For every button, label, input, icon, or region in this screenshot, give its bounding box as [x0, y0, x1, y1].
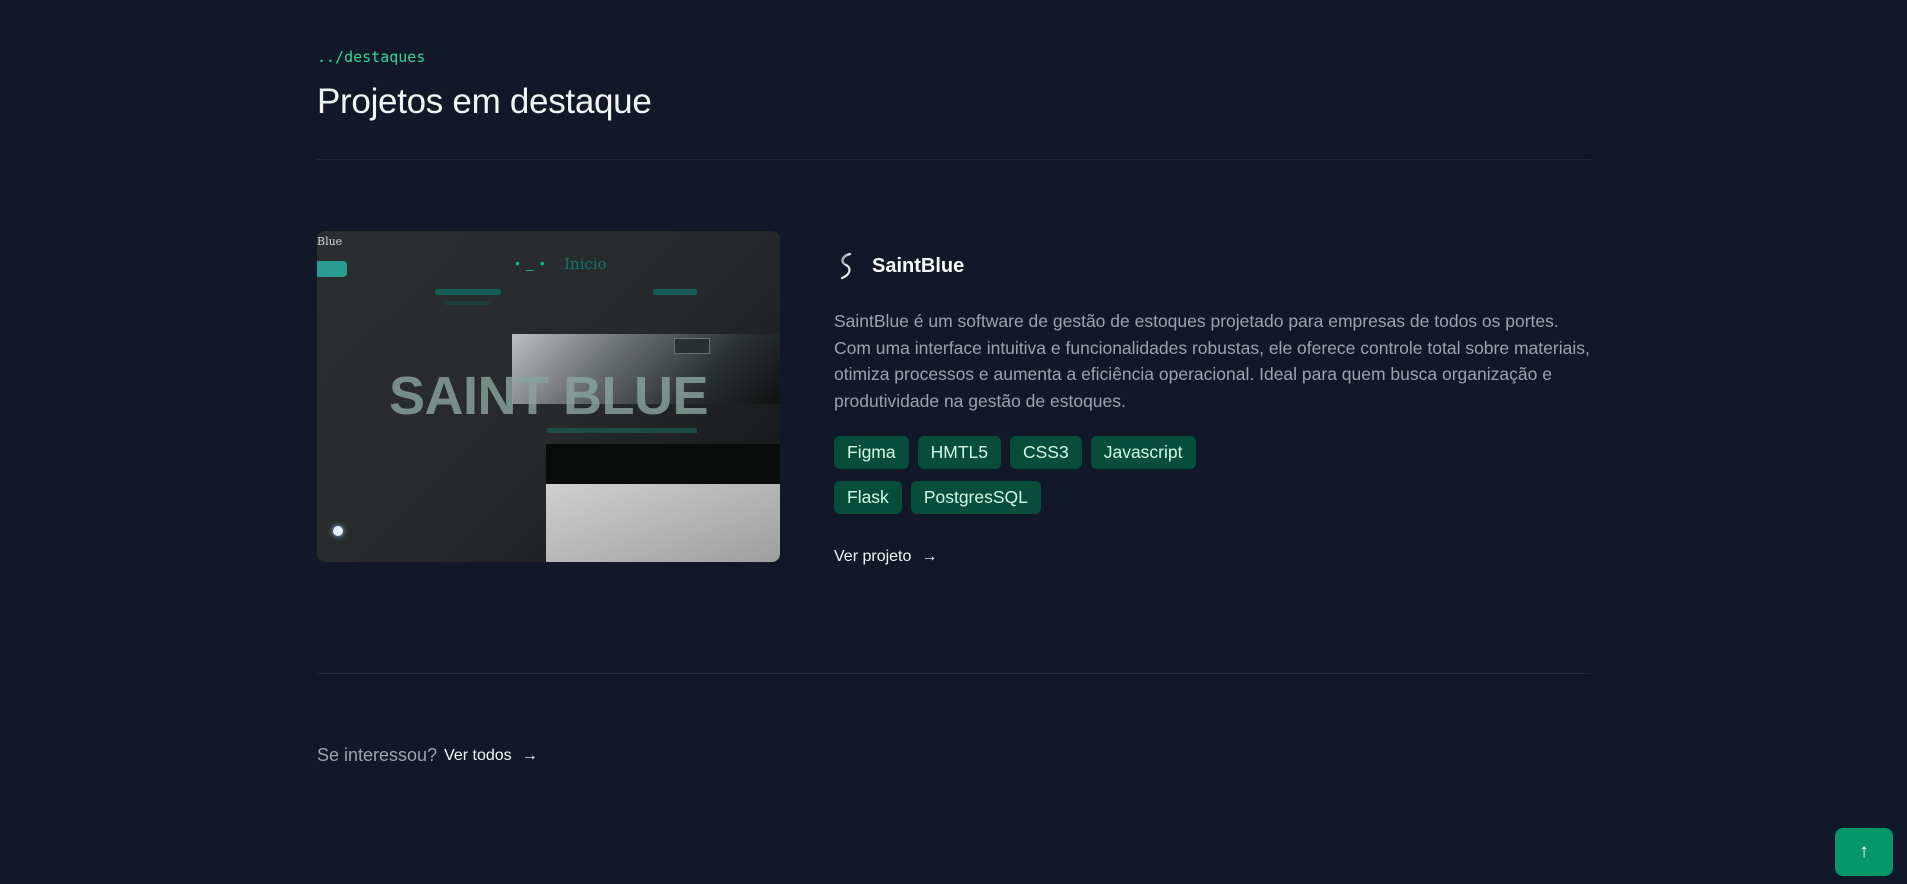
thumbnail-blurred-text — [653, 289, 697, 295]
tech-tag: PostgresSQL — [910, 481, 1041, 514]
thumbnail-mini-button — [674, 338, 710, 354]
tech-tag: CSS3 — [1010, 436, 1082, 469]
project-description: SaintBlue é um software de gestão de est… — [834, 311, 1590, 411]
project-thumbnail[interactable]: Blue •_• Inicio SAINT BLUE — [317, 231, 780, 562]
project-tags: Figma HMTL5 CSS3 Javascript Flask Postgr… — [834, 436, 1254, 526]
scroll-to-top-button[interactable]: ↑ — [1835, 828, 1893, 876]
thumbnail-glow-dot — [333, 526, 343, 536]
thumbnail-blurred-text — [445, 301, 489, 305]
tech-tag: Flask — [834, 481, 902, 514]
thumbnail-sidebar-pill — [317, 261, 347, 277]
thumbnail-nav-label: Inicio — [564, 255, 607, 273]
view-all-link[interactable]: Ver todos → — [444, 747, 538, 765]
arrow-up-icon: ↑ — [1859, 841, 1869, 862]
project-details: SaintBlue SaintBlue é um software de ges… — [834, 252, 1591, 566]
view-project-label: Ver projeto — [834, 548, 912, 565]
thumbnail-corner-text: Blue — [317, 235, 343, 248]
thumbnail-subline — [547, 428, 697, 433]
page-title: Projetos em destaque — [317, 82, 652, 121]
bottom-divider — [317, 673, 1591, 674]
tech-tag: Javascript — [1090, 436, 1196, 469]
thumbnail-sketch-paper — [546, 484, 780, 562]
arrow-right-icon: → — [921, 548, 938, 565]
view-all-label: Ver todos — [444, 746, 512, 764]
view-project-link[interactable]: Ver projeto → — [834, 548, 937, 566]
tech-tag: Figma — [834, 436, 909, 469]
saintblue-logo-icon — [840, 252, 852, 280]
project-name: SaintBlue — [872, 254, 965, 277]
thumbnail-big-title: SAINT BLUE — [389, 366, 709, 426]
tech-tag: HMTL5 — [917, 436, 1001, 469]
top-divider — [317, 159, 1591, 160]
section-path-label: ../destaques — [317, 48, 426, 66]
arrow-right-icon: → — [521, 746, 538, 764]
footer-cta: Se interessou? Ver todos → — [317, 745, 538, 766]
footer-question: Se interessou? — [317, 745, 438, 765]
thumbnail-screenshot-bottom — [546, 444, 780, 562]
thumbnail-nav-dots: •_• — [515, 255, 551, 271]
thumbnail-blurred-text — [435, 289, 501, 295]
project-header: SaintBlue — [834, 252, 1591, 280]
